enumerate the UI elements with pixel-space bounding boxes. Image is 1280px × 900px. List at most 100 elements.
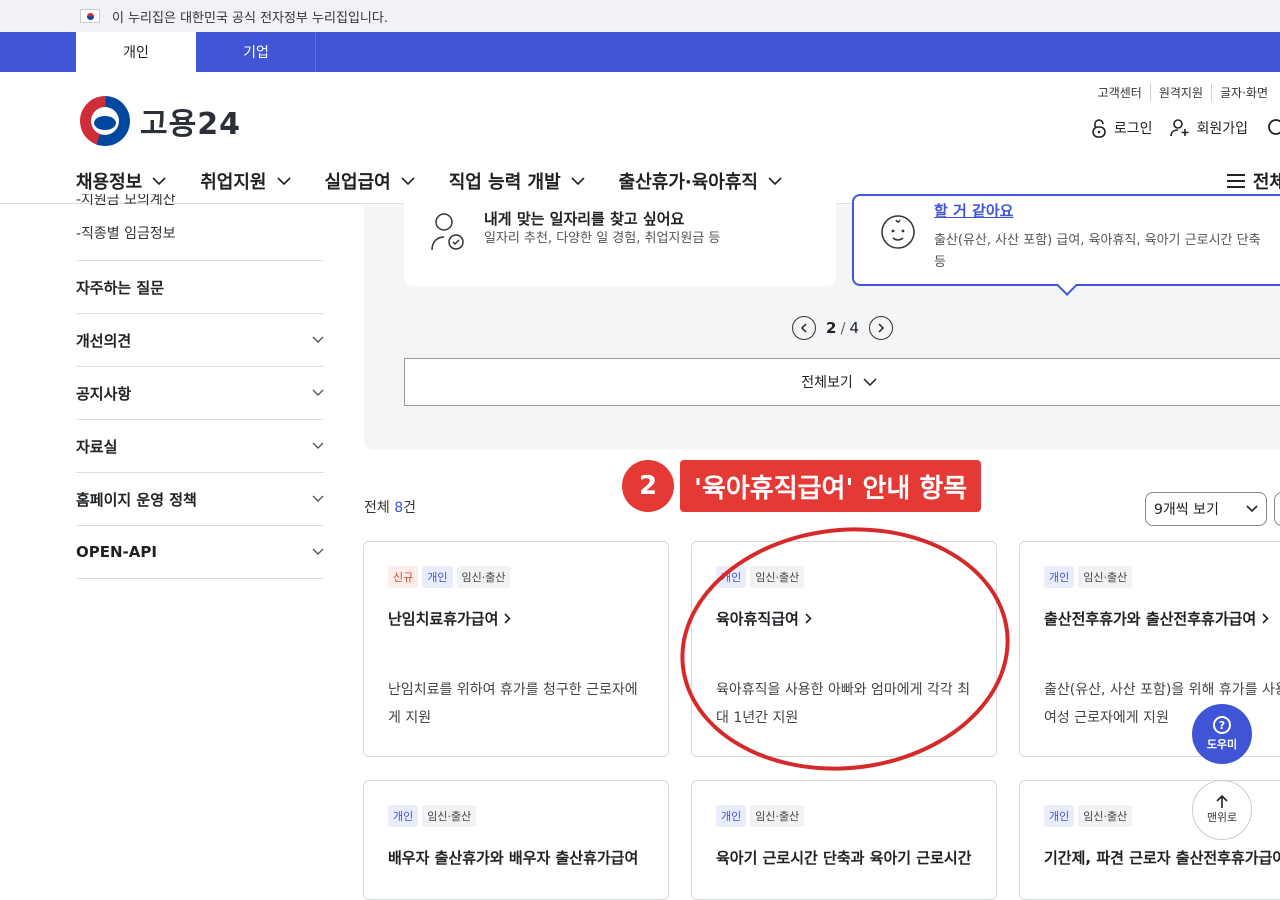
nav-label: 채용정보 <box>76 172 143 193</box>
all-menu-label: 전체 <box>1252 172 1280 193</box>
sidebar-item-site-policy[interactable]: 홈페이지 운영 정책 <box>76 472 324 525</box>
tab-personal[interactable]: 개인 <box>76 32 196 72</box>
tag-category: 임신·출산 <box>1078 805 1133 827</box>
sidebar-item-label: 홈페이지 운영 정책 <box>76 490 197 509</box>
chevron-right-icon <box>1262 613 1269 624</box>
card-tags: 개인 임신·출산 <box>388 805 477 827</box>
help-label: 도우미 <box>1206 738 1238 751</box>
next-button[interactable] <box>869 316 894 340</box>
question-icon: ? <box>1213 716 1231 734</box>
site-header: 고용24 고객센터 원격지원 글자·화면 로그인 회원가입 채용정보 취업지원 … <box>0 72 1280 204</box>
tag-new: 신규 <box>388 566 419 588</box>
card-title[interactable]: 기간제, 파견 근로자 출산전후휴가급여 <box>1044 847 1280 868</box>
utility-links: 고객센터 원격지원 글자·화면 <box>1090 84 1276 101</box>
results-count: 전체 8건 <box>364 497 416 517</box>
pager-current: 2 <box>826 319 837 337</box>
card-title-text: 배우자 출산휴가와 배우자 출산휴가급여 <box>388 849 639 867</box>
chevron-down-icon <box>312 336 324 343</box>
logo-text: 고용24 <box>140 107 241 142</box>
tag-personal: 개인 <box>422 566 453 588</box>
tab-business[interactable]: 기업 <box>196 32 316 72</box>
sidebar-item-feedback[interactable]: 개선의견 <box>76 313 324 366</box>
signup-link[interactable]: 회원가입 <box>1170 118 1248 138</box>
card-title[interactable]: 육아기 근로시간 단축과 육아기 근로시간 <box>716 847 972 868</box>
nav-label: 출산휴가·육아휴직 <box>618 172 758 193</box>
chevron-down-icon <box>152 177 166 185</box>
site-logo[interactable]: 고용24 <box>80 96 241 146</box>
chevron-down-icon <box>1246 505 1258 513</box>
chevron-right-icon <box>878 323 885 333</box>
sidebar-item-faq[interactable]: 자주하는 질문 <box>76 260 324 313</box>
tag-category: 임신·출산 <box>422 805 477 827</box>
login-link[interactable]: 로그인 <box>1090 118 1153 138</box>
view-all-label: 전체보기 <box>801 375 853 391</box>
annotation-callout: 2 '육아휴직급여' 안내 항목 <box>622 460 982 512</box>
view-all-button[interactable]: 전체보기 <box>404 358 1280 406</box>
help-button[interactable]: ? 도우미 <box>1192 704 1252 764</box>
card-tags: 개인 임신·출산 <box>1044 566 1133 588</box>
hamburger-icon <box>1226 174 1245 188</box>
person-check-icon <box>431 213 464 251</box>
scroll-top-button[interactable]: 맨위로 <box>1192 780 1252 840</box>
sidebar-item-label: 자료실 <box>76 437 118 456</box>
add-user-icon <box>1170 119 1189 137</box>
card-title[interactable]: 배우자 출산휴가와 배우자 출산휴가급여 <box>388 847 638 868</box>
card-title-text: 육아기 근로시간 단축과 육아기 근로시간 <box>716 849 972 867</box>
sidebar-item-notices[interactable]: 공지사항 <box>76 366 324 419</box>
chevron-down-icon <box>863 378 877 386</box>
main-nav: 채용정보 취업지원 실업급여 직업 능력 개발 출산휴가·육아휴직 <box>76 168 816 194</box>
nav-maternity-parental-leave[interactable]: 출산휴가·육아휴직 <box>619 168 782 194</box>
tag-category: 임신·출산 <box>1078 566 1133 588</box>
topic-card-title: 내게 맞는 일자리를 찾고 싶어요 <box>484 210 685 228</box>
sort-select[interactable] <box>1274 492 1280 526</box>
results-suffix: 건 <box>403 500 417 516</box>
benefit-card[interactable]: 개인 임신·출산 배우자 출산휴가와 배우자 출산휴가급여 <box>363 780 669 900</box>
tag-category: 임신·출산 <box>456 566 511 588</box>
gov-banner: 이 누리집은 대한민국 공식 전자정부 누리집입니다. <box>0 0 1280 32</box>
chevron-down-icon <box>571 177 585 185</box>
pager-total: 4 <box>849 319 860 337</box>
card-title[interactable]: 난임치료휴가급여 <box>388 608 512 629</box>
taegeuk-logo-icon <box>80 96 130 146</box>
topic-card-desc: 출산(유산, 사산 포함) 급여, 육아휴직, 육아기 근로시간 단축 등 <box>934 233 1261 270</box>
login-label: 로그인 <box>1113 121 1153 137</box>
sidebar-item-open-api[interactable]: OPEN-API <box>76 525 324 578</box>
user-links: 로그인 회원가입 <box>1090 118 1280 138</box>
util-link-remote-support[interactable]: 원격지원 <box>1149 84 1211 101</box>
audience-tabbar: 개인 기업 <box>0 32 1280 72</box>
signup-label: 회원가입 <box>1196 121 1248 137</box>
korea-flag-icon <box>80 9 100 23</box>
sidebar-sub-item-wage-calc[interactable]: -지원금 모의계산 <box>76 194 324 218</box>
benefit-card[interactable]: 신규 개인 임신·출산 난임치료휴가급여 난임치료를 위하여 휴가를 청구한 근… <box>363 541 669 757</box>
topic-card-job[interactable]: 내게 맞는 일자리를 찾고 싶어요 일자리 추천, 다양한 일 경험, 취업지원… <box>404 194 836 286</box>
sidebar-item-resources[interactable]: 자료실 <box>76 419 324 472</box>
card-title[interactable]: 출산전후휴가와 출산전후휴가급여 <box>1044 608 1269 629</box>
util-link-text-screen[interactable]: 글자·화면 <box>1211 84 1276 101</box>
carousel-pager: 2 / 4 <box>792 316 894 340</box>
nav-job-skills[interactable]: 직업 능력 개발 <box>449 168 585 194</box>
chevron-left-icon <box>800 323 807 333</box>
chevron-down-icon <box>276 177 291 185</box>
prev-button[interactable] <box>792 316 816 340</box>
topic-card-childbirth[interactable]: 할 거 같아요 출산(유산, 사산 포함) 급여, 육아휴직, 육아기 근로시간… <box>852 194 1280 286</box>
nav-label: 직업 능력 개발 <box>448 172 561 193</box>
per-page-select[interactable]: 9개씩 보기 <box>1145 492 1267 526</box>
card-desc: 난임치료를 위하여 휴가를 청구한 근로자에게 지원 <box>388 682 638 726</box>
tag-personal: 개인 <box>716 805 747 827</box>
card-title-text: 난임치료휴가급여 <box>388 610 499 628</box>
nav-jobs[interactable]: 채용정보 <box>76 168 166 194</box>
benefit-card[interactable]: 개인 임신·출산 육아기 근로시간 단축과 육아기 근로시간 <box>691 780 997 900</box>
search-icon[interactable] <box>1266 118 1280 138</box>
lock-icon <box>1092 119 1106 138</box>
gov-banner-text: 이 누리집은 대한민국 공식 전자정부 누리집입니다. <box>112 10 388 26</box>
per-page-value: 9개씩 보기 <box>1154 502 1219 518</box>
all-menu-button[interactable]: 전체 <box>1226 168 1280 194</box>
sidebar-item-label: 공지사항 <box>76 384 132 403</box>
arrow-up-icon <box>1216 795 1228 808</box>
sidebar-sub-item-wage-info[interactable]: -직종별 임금정보 <box>76 218 324 260</box>
util-link-customer-center[interactable]: 고객센터 <box>1090 84 1150 101</box>
chevron-down-icon <box>401 177 415 185</box>
sidebar-divider <box>76 578 324 579</box>
nav-employment-support[interactable]: 취업지원 <box>200 168 291 194</box>
nav-unemployment-benefit[interactable]: 실업급여 <box>325 168 415 194</box>
